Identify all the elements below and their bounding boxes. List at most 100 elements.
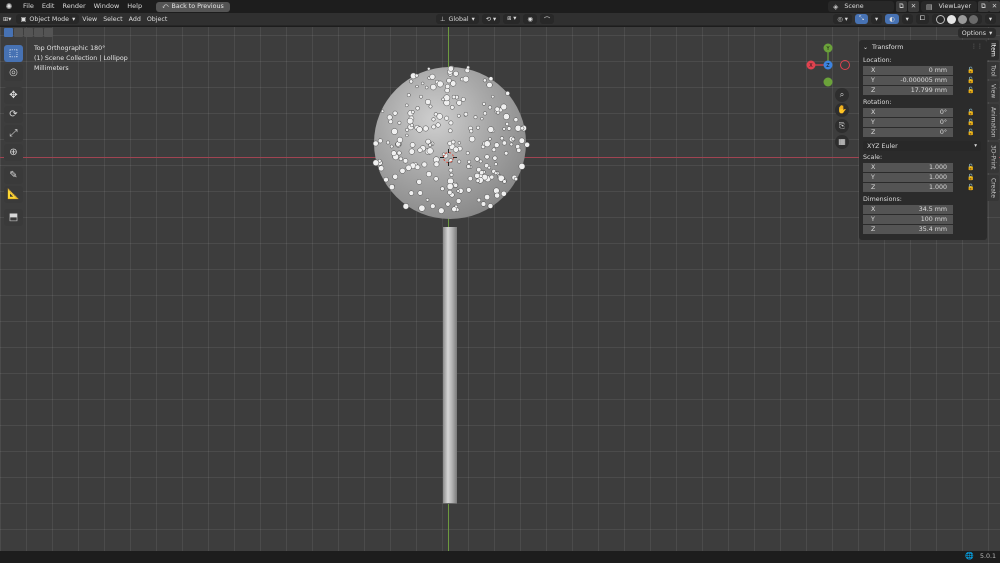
select-subtract-icon[interactable] (24, 28, 33, 37)
lock-icon[interactable]: 🔓 (967, 77, 974, 84)
rotation-mode-selector[interactable]: XYZ Euler ▾ (863, 141, 981, 151)
solid-shading-icon[interactable] (946, 14, 956, 24)
transform-tool-icon[interactable]: ⊕ (4, 144, 23, 161)
transform-panel-header[interactable]: ⌄ Transform (859, 40, 987, 54)
pan-hand-icon[interactable]: ✋ (835, 103, 849, 117)
lock-icon[interactable]: 🔓 (967, 184, 974, 191)
tab-item[interactable]: Item (987, 40, 999, 60)
proportional-falloff-selector[interactable]: ⌒ (539, 14, 555, 24)
menu-render[interactable]: Render (58, 0, 89, 13)
tab-create[interactable]: Create (987, 174, 999, 201)
globe-icon[interactable]: 🌐 (965, 552, 974, 560)
xray-toggle[interactable]: ⧠ (915, 14, 929, 24)
scene-selector[interactable]: ◈ Scene (828, 1, 894, 12)
scene-icon: ◈ (833, 2, 839, 11)
menu-edit[interactable]: Edit (38, 0, 59, 13)
sprinkle-bump (494, 171, 498, 175)
lock-icon[interactable]: 🔓 (967, 164, 974, 171)
tab-view[interactable]: View (987, 81, 999, 102)
scale-x-field[interactable]: X 1.000 🔓 (863, 163, 974, 173)
rotation-mode-value: XYZ Euler (867, 142, 898, 150)
menu-file[interactable]: File (19, 0, 38, 13)
rotation-y-field[interactable]: Y 0° 🔓 (863, 118, 974, 128)
select-extend-icon[interactable] (14, 28, 23, 37)
visibility-selector[interactable]: ◎ ▾ (833, 14, 852, 24)
new-scene-icon[interactable]: ⧉ (896, 1, 907, 12)
scale-tool-icon[interactable]: ⤢ (4, 125, 23, 142)
gizmo-toggle[interactable]: ⤡ (854, 14, 868, 24)
dimensions-z-field[interactable]: Z 35.4 mm (863, 225, 953, 235)
tab-tool[interactable]: Tool (987, 61, 999, 80)
tab-3d-print[interactable]: 3D-Print (987, 142, 999, 173)
back-to-previous-button[interactable]: ⤺ Back to Previous (156, 1, 230, 12)
add-cube-tool-icon[interactable]: ⬒ (4, 209, 23, 226)
blender-logo-icon[interactable]: ✺ (4, 2, 14, 11)
sprinkle-bump (475, 178, 480, 183)
select-new-icon[interactable] (4, 28, 13, 37)
scale-z-field[interactable]: Z 1.000 🔓 (863, 183, 974, 193)
version-label: 5.0.1 (979, 553, 996, 560)
menu-add[interactable]: Add (126, 14, 144, 25)
cursor-tool-icon[interactable]: ◎ (4, 64, 23, 81)
view-layer-selector[interactable]: ▤ ViewLayer (921, 1, 977, 12)
ortho-grid-icon[interactable]: ▦ (835, 135, 849, 149)
measure-tool-icon[interactable]: 📐 (4, 186, 23, 203)
select-box-tool-icon[interactable]: ⬚ (4, 45, 23, 62)
camera-view-icon[interactable]: ⎘ (835, 119, 849, 133)
proportional-editing-toggle[interactable]: ◉ (523, 14, 537, 24)
snap-toggle[interactable]: ⧈ ▾ (503, 14, 521, 24)
select-intersect-icon[interactable] (44, 28, 53, 37)
dimensions-x-field[interactable]: X 34.5 mm (863, 205, 953, 215)
annotate-tool-icon[interactable]: ✎ (4, 167, 23, 184)
menu-help[interactable]: Help (123, 0, 146, 13)
gizmo-x-positive[interactable] (840, 60, 850, 70)
pivot-point-selector[interactable]: ⟲ ▾ (481, 14, 501, 24)
viewport-header: ⊞▾ ▣ Object Mode ▾ View Select Add Objec… (0, 13, 1000, 26)
overlays-dropdown[interactable]: ▾ (901, 14, 913, 24)
rendered-shading-icon[interactable] (968, 14, 978, 24)
editor-type-icon[interactable]: ⊞▾ (0, 14, 14, 25)
sprinkle-bump (429, 73, 436, 80)
menu-object[interactable]: Object (144, 14, 171, 25)
move-tool-icon[interactable]: ✥ (4, 87, 23, 104)
options-dropdown[interactable]: Options ▾ (958, 28, 996, 38)
wireframe-shading-icon[interactable] (935, 14, 945, 24)
shading-dropdown[interactable]: ▾ (984, 14, 996, 24)
lock-icon[interactable]: 🔓 (967, 87, 974, 94)
transform-orientation-selector[interactable]: ⊥ Global ▾ (436, 14, 479, 24)
lock-icon[interactable]: 🔓 (967, 174, 974, 181)
lock-icon[interactable]: 🔓 (967, 129, 974, 136)
rotation-z-field[interactable]: Z 0° 🔓 (863, 128, 974, 138)
lock-icon[interactable]: 🔓 (967, 109, 974, 116)
location-z-field[interactable]: Z 17.799 mm 🔓 (863, 86, 974, 96)
axis-label: Z (871, 226, 876, 233)
gizmo-y-negative[interactable] (823, 77, 833, 87)
rotate-tool-icon[interactable]: ⟳ (4, 106, 23, 123)
delete-scene-icon[interactable]: ✕ (908, 1, 919, 12)
navigation-gizmo[interactable]: Y X Z (806, 42, 852, 88)
location-x-field[interactable]: X 0 mm 🔓 (863, 66, 974, 76)
gizmo-dropdown[interactable]: ▾ (870, 14, 883, 24)
lock-icon[interactable]: 🔓 (967, 119, 974, 126)
3d-viewport[interactable]: Top Orthographic 180° (1) Scene Collecti… (0, 27, 1000, 551)
lock-icon[interactable]: 🔓 (967, 67, 974, 74)
material-shading-icon[interactable] (957, 14, 967, 24)
axis-label: X (871, 206, 876, 213)
overlays-toggle[interactable]: ◐ (885, 14, 899, 24)
delete-view-layer-icon[interactable]: ✕ (989, 1, 1000, 12)
menu-select[interactable]: Select (100, 14, 125, 25)
select-invert-icon[interactable] (34, 28, 43, 37)
menu-window[interactable]: Window (90, 0, 124, 13)
dimensions-y-field[interactable]: Y 100 mm (863, 215, 953, 225)
sprinkle-bump (499, 136, 504, 141)
chevron-down-icon: ▾ (989, 29, 993, 37)
location-y-field[interactable]: Y -0.000005 mm 🔓 (863, 76, 974, 86)
rotation-x-field[interactable]: X 0° 🔓 (863, 108, 974, 118)
menu-view[interactable]: View (79, 14, 100, 25)
drag-handle-icon[interactable]: ⋮⋮ (971, 43, 983, 50)
mode-selector[interactable]: ▣ Object Mode ▾ (16, 14, 80, 24)
new-view-layer-icon[interactable]: ⧉ (978, 1, 989, 12)
tab-animation[interactable]: Animation (987, 103, 999, 141)
scale-y-field[interactable]: Y 1.000 🔓 (863, 173, 974, 183)
zoom-icon[interactable]: ⌕ (835, 88, 849, 102)
